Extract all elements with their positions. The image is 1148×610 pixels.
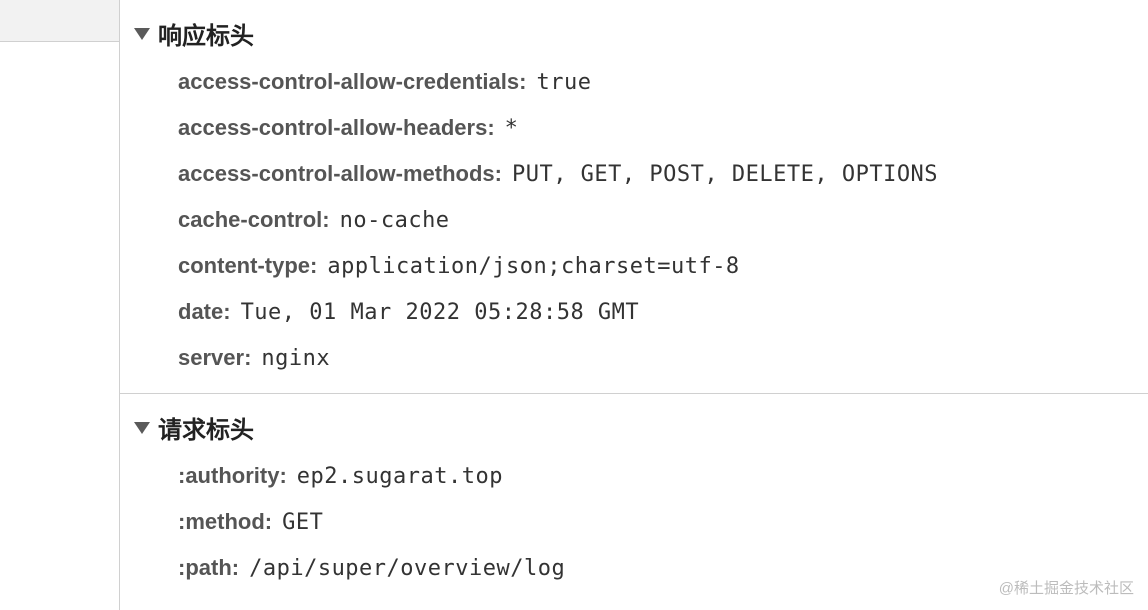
header-value: true bbox=[536, 70, 591, 95]
header-row: server: nginx bbox=[178, 345, 1148, 371]
header-value: /api/super/overview/log bbox=[249, 556, 565, 581]
sidebar-column bbox=[0, 0, 120, 610]
header-row: content-type: application/json;charset=u… bbox=[178, 253, 1148, 279]
header-value: application/json;charset=utf-8 bbox=[327, 254, 739, 279]
header-row: access-control-allow-credentials: true bbox=[178, 69, 1148, 95]
header-name: :path: bbox=[178, 555, 239, 581]
request-headers-section: 请求标头 :authority: ep2.sugarat.top :method… bbox=[120, 394, 1148, 603]
header-name: :authority: bbox=[178, 463, 287, 489]
header-value: no-cache bbox=[340, 208, 450, 233]
section-title: 请求标头 bbox=[158, 410, 254, 445]
header-name: cache-control: bbox=[178, 207, 330, 233]
header-value: * bbox=[505, 116, 519, 141]
request-headers-toggle[interactable]: 请求标头 bbox=[134, 410, 1148, 445]
header-row: date: Tue, 01 Mar 2022 05:28:58 GMT bbox=[178, 299, 1148, 325]
header-value: GET bbox=[282, 510, 323, 535]
sidebar-active-row[interactable] bbox=[0, 0, 119, 42]
header-name: content-type: bbox=[178, 253, 317, 279]
header-row: :path: /api/super/overview/log bbox=[178, 555, 1148, 581]
headers-panel: 响应标头 access-control-allow-credentials: t… bbox=[120, 0, 1148, 610]
header-name: access-control-allow-methods: bbox=[178, 161, 502, 187]
disclosure-triangle-icon bbox=[134, 422, 150, 434]
header-row: cache-control: no-cache bbox=[178, 207, 1148, 233]
disclosure-triangle-icon bbox=[134, 28, 150, 40]
header-name: access-control-allow-credentials: bbox=[178, 69, 526, 95]
header-row: :authority: ep2.sugarat.top bbox=[178, 463, 1148, 489]
header-value: Tue, 01 Mar 2022 05:28:58 GMT bbox=[241, 300, 640, 325]
response-headers-section: 响应标头 access-control-allow-credentials: t… bbox=[120, 0, 1148, 394]
header-row: access-control-allow-methods: PUT, GET, … bbox=[178, 161, 1148, 187]
header-row: :method: GET bbox=[178, 509, 1148, 535]
header-name: date: bbox=[178, 299, 231, 325]
header-row: access-control-allow-headers: * bbox=[178, 115, 1148, 141]
header-name: :method: bbox=[178, 509, 272, 535]
response-headers-toggle[interactable]: 响应标头 bbox=[134, 16, 1148, 51]
header-value: nginx bbox=[261, 346, 330, 371]
header-name: access-control-allow-headers: bbox=[178, 115, 495, 141]
header-value: ep2.sugarat.top bbox=[297, 464, 503, 489]
header-value: PUT, GET, POST, DELETE, OPTIONS bbox=[512, 162, 938, 187]
header-name: server: bbox=[178, 345, 251, 371]
section-title: 响应标头 bbox=[158, 16, 254, 51]
